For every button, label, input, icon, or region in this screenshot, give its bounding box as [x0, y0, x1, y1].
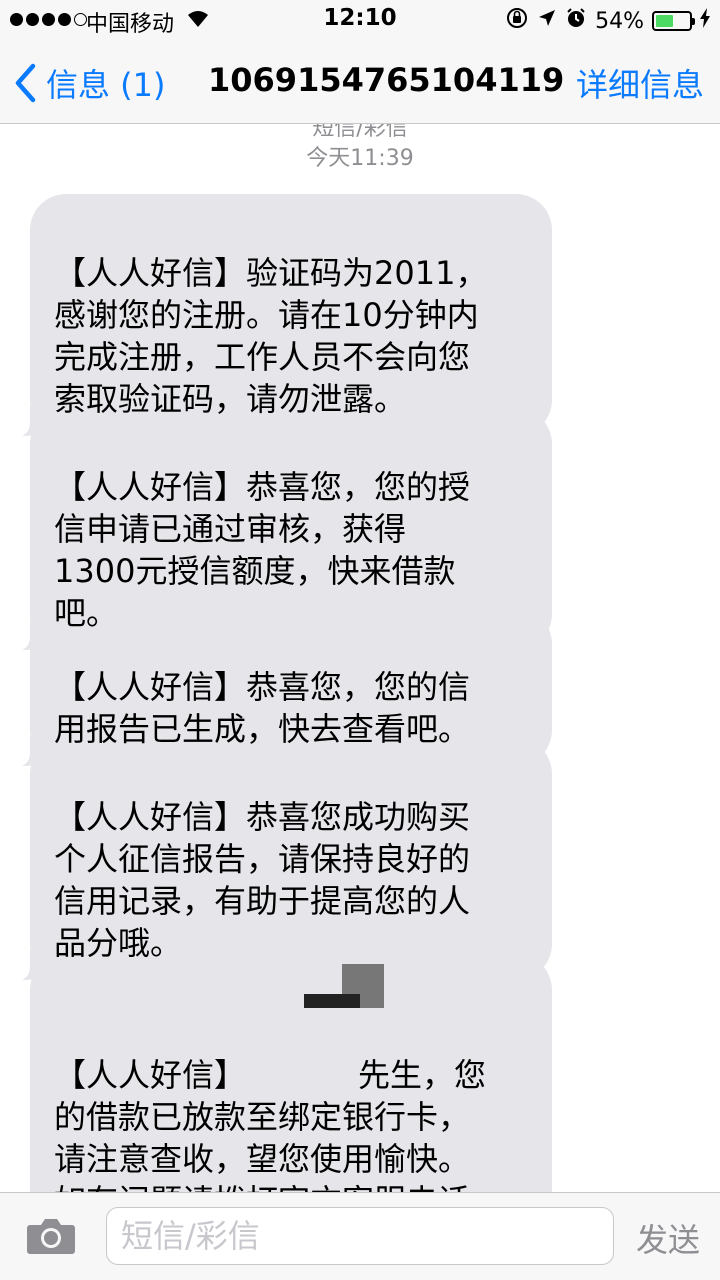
message-bubble[interactable]: 【人人好信】验证码为2011， 感谢您的注册。请在10分钟内 完成注册，工作人员… [8, 194, 552, 438]
location-arrow-icon [537, 8, 557, 34]
navigation-bar: 信息 (1) 1069154765104119 详细信息 [0, 40, 720, 124]
message-bubble[interactable]: 【人人好信】恭喜您成功购买 个人征信报告，请保持良好的 信用记录，有助于提高您的… [8, 738, 552, 982]
orientation-lock-icon [505, 6, 529, 36]
alarm-icon [565, 7, 587, 35]
back-button[interactable]: 信息 (1) [14, 60, 166, 106]
status-icons: 54% [505, 6, 710, 36]
status-bar: 中国移动 12:10 54% [0, 0, 720, 40]
camera-button[interactable] [26, 1217, 76, 1259]
camera-icon [27, 1219, 75, 1254]
conversation-title: 1069154765104119 [208, 61, 565, 99]
message-text: 【人人好信】验证码为2011， 感谢您的注册。请在10分钟内 完成注册，工作人员… [54, 254, 488, 418]
details-button[interactable]: 详细信息 [576, 60, 704, 106]
battery-level-fill [656, 15, 673, 27]
message-text: 【人人好信】 先生，您 的借款已放款至绑定银行卡， 请注意查收，望您使用愉快。 … [54, 1056, 487, 1192]
charging-bolt-icon [700, 8, 710, 34]
battery-percent: 54% [595, 8, 644, 34]
message-text: 【人人好信】恭喜您，您的信 用报告已生成，快去查看吧。 [54, 668, 471, 748]
compose-bar: 发送 [0, 1192, 720, 1280]
message-input[interactable] [106, 1207, 614, 1265]
chevron-left-icon [15, 63, 36, 103]
back-button-label: 信息 (1) [46, 66, 166, 104]
message-timestamp: 今天11:39 [306, 146, 414, 171]
messages-screen: 中国移动 12:10 54% 信息 (1) 1069154765104119 详… [0, 0, 720, 1280]
message-bubble[interactable]: 【人人好信】 先生，您 的借款已放款至绑定银行卡， 请注意查收，望您使用愉快。 … [30, 954, 552, 1192]
message-list[interactable]: 短信/彩信 今天11:39 【人人好信】验证码为2011， 感谢您的注册。请在1… [0, 124, 720, 1192]
send-button[interactable]: 发送 [636, 1215, 700, 1261]
battery-icon [652, 11, 695, 31]
message-text: 【人人好信】恭喜您成功购买 个人征信报告，请保持良好的 信用记录，有助于提高您的… [54, 798, 471, 962]
redacted-name [302, 964, 386, 1008]
